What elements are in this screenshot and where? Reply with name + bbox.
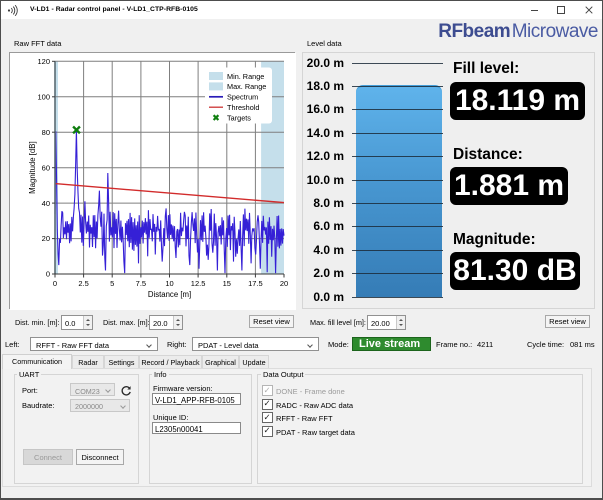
svg-text:60: 60: [42, 163, 50, 172]
svg-text:0: 0: [53, 279, 57, 288]
svg-text:20: 20: [280, 279, 288, 288]
svg-text:12.5: 12.5: [191, 279, 206, 288]
svg-text:Spectrum: Spectrum: [227, 93, 258, 102]
svg-text:Distance [m]: Distance [m]: [148, 290, 191, 299]
svg-text:20: 20: [42, 234, 50, 243]
svg-text:15: 15: [223, 279, 231, 288]
svg-text:2.5: 2.5: [78, 279, 88, 288]
svg-text:Magnitude [dB]: Magnitude [dB]: [28, 141, 37, 193]
svg-text:120: 120: [37, 57, 50, 66]
svg-text:40: 40: [42, 199, 50, 208]
svg-text:Threshold: Threshold: [227, 103, 259, 112]
svg-text:Targets: Targets: [227, 113, 251, 122]
svg-text:7.5: 7.5: [136, 279, 146, 288]
svg-text:Min. Range: Min. Range: [227, 72, 264, 81]
svg-text:100: 100: [37, 93, 50, 102]
svg-text:0: 0: [46, 270, 50, 279]
svg-text:Max. Range: Max. Range: [227, 82, 266, 91]
svg-text:17.5: 17.5: [248, 279, 263, 288]
svg-text:80: 80: [42, 128, 50, 137]
svg-text:5: 5: [110, 279, 114, 288]
svg-text:10: 10: [165, 279, 173, 288]
